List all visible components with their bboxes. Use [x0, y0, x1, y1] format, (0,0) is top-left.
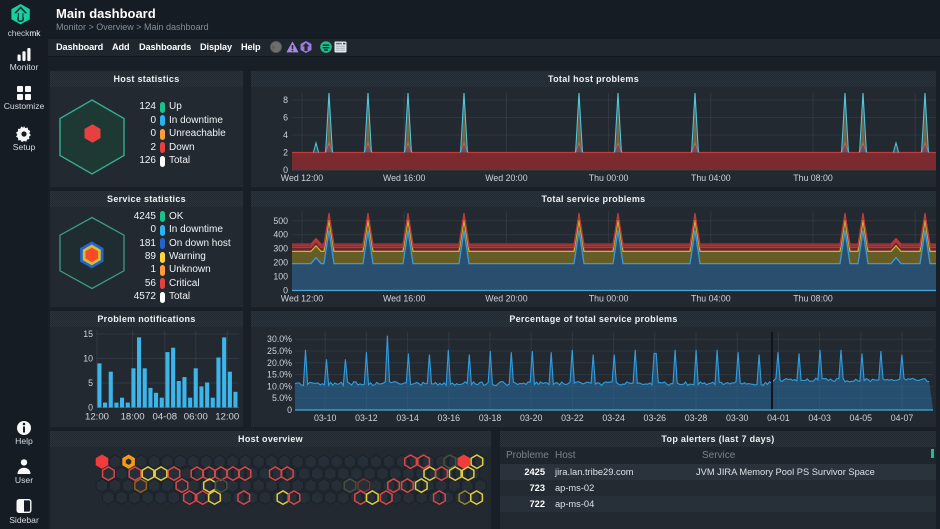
svg-text:Thu 08:00: Thu 08:00: [793, 294, 833, 304]
svg-text:03-20: 03-20: [520, 413, 543, 423]
svg-text:400: 400: [273, 230, 288, 240]
svg-text:25.0%: 25.0%: [267, 346, 292, 356]
svg-text:2: 2: [283, 148, 288, 158]
svg-text:03-28: 03-28: [685, 413, 708, 423]
svg-text:12:00: 12:00: [215, 412, 239, 423]
svg-text:8: 8: [283, 95, 288, 105]
svg-text:03-22: 03-22: [561, 413, 584, 423]
svg-text:15: 15: [83, 329, 93, 339]
svg-text:100: 100: [273, 272, 288, 282]
svg-text:03-24: 03-24: [602, 413, 625, 423]
svg-text:03-18: 03-18: [479, 413, 502, 423]
svg-text:03-30: 03-30: [726, 413, 749, 423]
svg-text:04-05: 04-05: [850, 413, 873, 423]
svg-text:5: 5: [88, 378, 93, 388]
svg-text:04-08: 04-08: [153, 412, 178, 423]
svg-text:Wed 20:00: Wed 20:00: [485, 173, 527, 183]
svg-text:Thu 00:00: Thu 00:00: [589, 173, 629, 183]
svg-text:6: 6: [283, 113, 288, 123]
svg-text:Thu 04:00: Thu 04:00: [691, 294, 731, 304]
svg-text:30.0%: 30.0%: [267, 334, 292, 344]
svg-text:15.0%: 15.0%: [267, 370, 292, 380]
svg-text:10: 10: [83, 354, 93, 364]
svg-text:20.0%: 20.0%: [267, 358, 292, 368]
svg-text:03-12: 03-12: [355, 413, 378, 423]
svg-text:200: 200: [273, 258, 288, 268]
svg-text:5.0%: 5.0%: [272, 393, 292, 403]
svg-text:04-07: 04-07: [891, 413, 914, 423]
svg-text:12:00: 12:00: [85, 412, 109, 423]
svg-text:300: 300: [273, 244, 288, 254]
svg-text:Wed 16:00: Wed 16:00: [383, 294, 425, 304]
svg-text:03-16: 03-16: [438, 413, 461, 423]
svg-text:500: 500: [273, 216, 288, 226]
svg-text:03-14: 03-14: [396, 413, 419, 423]
svg-text:Wed 20:00: Wed 20:00: [485, 294, 527, 304]
svg-text:06:00: 06:00: [184, 412, 208, 423]
svg-text:Thu 08:00: Thu 08:00: [793, 173, 833, 183]
svg-text:Wed 12:00: Wed 12:00: [281, 173, 323, 183]
svg-text:Thu 04:00: Thu 04:00: [691, 173, 731, 183]
svg-text:18:00: 18:00: [121, 412, 145, 423]
svg-text:03-26: 03-26: [644, 413, 667, 423]
svg-text:Wed 16:00: Wed 16:00: [383, 173, 425, 183]
svg-text:04-03: 04-03: [808, 413, 831, 423]
svg-text:4: 4: [283, 130, 288, 140]
svg-text:0: 0: [287, 405, 292, 415]
svg-text:04-01: 04-01: [767, 413, 790, 423]
svg-text:03-10: 03-10: [314, 413, 337, 423]
svg-text:Wed 12:00: Wed 12:00: [281, 294, 323, 304]
svg-text:10.0%: 10.0%: [267, 381, 292, 391]
svg-text:Thu 00:00: Thu 00:00: [589, 294, 629, 304]
